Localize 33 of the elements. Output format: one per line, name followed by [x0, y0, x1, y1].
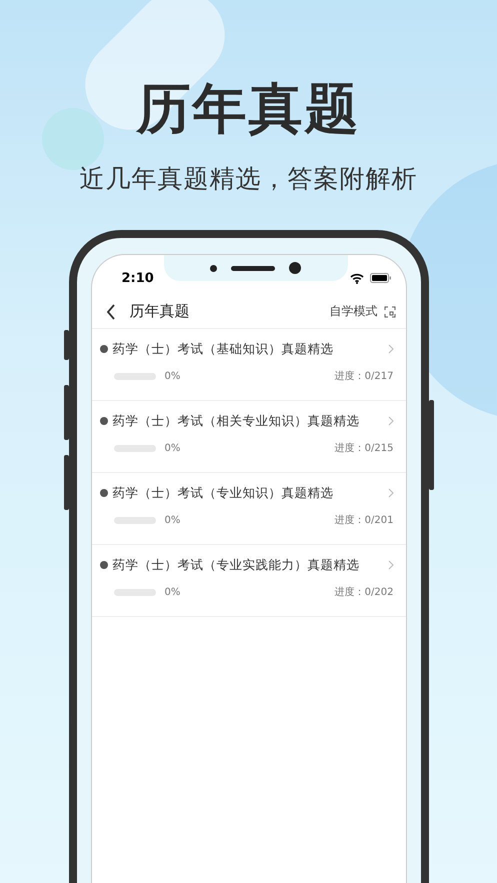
wifi-icon — [350, 272, 364, 284]
battery-icon — [370, 273, 392, 283]
back-icon[interactable] — [106, 304, 116, 320]
exam-title: 药学（士）考试（专业知识）真题精选 — [112, 484, 334, 502]
exam-list-item[interactable]: 药学（士）考试（专业知识）真题精选 0% 进度：0/201 — [92, 473, 406, 545]
percent-text: 0% — [164, 586, 182, 598]
percent-text: 0% — [164, 370, 182, 382]
progress-count: 进度：0/201 — [334, 514, 394, 527]
exam-title: 药学（士）考试（基础知识）真题精选 — [112, 340, 334, 358]
subtitle: 近几年真题精选，答案附解析 — [80, 163, 418, 195]
chevron-right-icon — [388, 344, 394, 354]
switch-icon[interactable] — [384, 306, 396, 318]
chevron-right-icon — [388, 560, 394, 570]
progress-count: 进度：0/215 — [334, 442, 394, 455]
exam-list-item[interactable]: 药学（士）考试（专业实践能力）真题精选 0% 进度：0/202 — [92, 545, 406, 617]
progress-count: 进度：0/202 — [334, 586, 394, 599]
bullet-icon — [100, 489, 108, 497]
mode-button[interactable]: 自学模式 — [330, 303, 378, 320]
page-title: 历年真题 — [130, 302, 190, 321]
bullet-icon — [100, 417, 108, 425]
progress-count: 进度：0/217 — [334, 370, 394, 383]
bullet-icon — [100, 345, 108, 353]
exam-list-item[interactable]: 药学（士）考试（基础知识）真题精选 0% 进度：0/217 — [92, 329, 406, 401]
percent-text: 0% — [164, 442, 182, 454]
chevron-right-icon — [388, 488, 394, 498]
headline: 历年真题 — [136, 76, 360, 142]
percent-text: 0% — [164, 514, 182, 526]
bullet-icon — [100, 561, 108, 569]
chevron-right-icon — [388, 416, 394, 426]
exam-title: 药学（士）考试（相关专业知识）真题精选 — [112, 412, 360, 430]
exam-title: 药学（士）考试（专业实践能力）真题精选 — [112, 556, 360, 574]
exam-list-item[interactable]: 药学（士）考试（相关专业知识）真题精选 0% 进度：0/215 — [92, 401, 406, 473]
status-time: 2:10 — [122, 270, 154, 286]
